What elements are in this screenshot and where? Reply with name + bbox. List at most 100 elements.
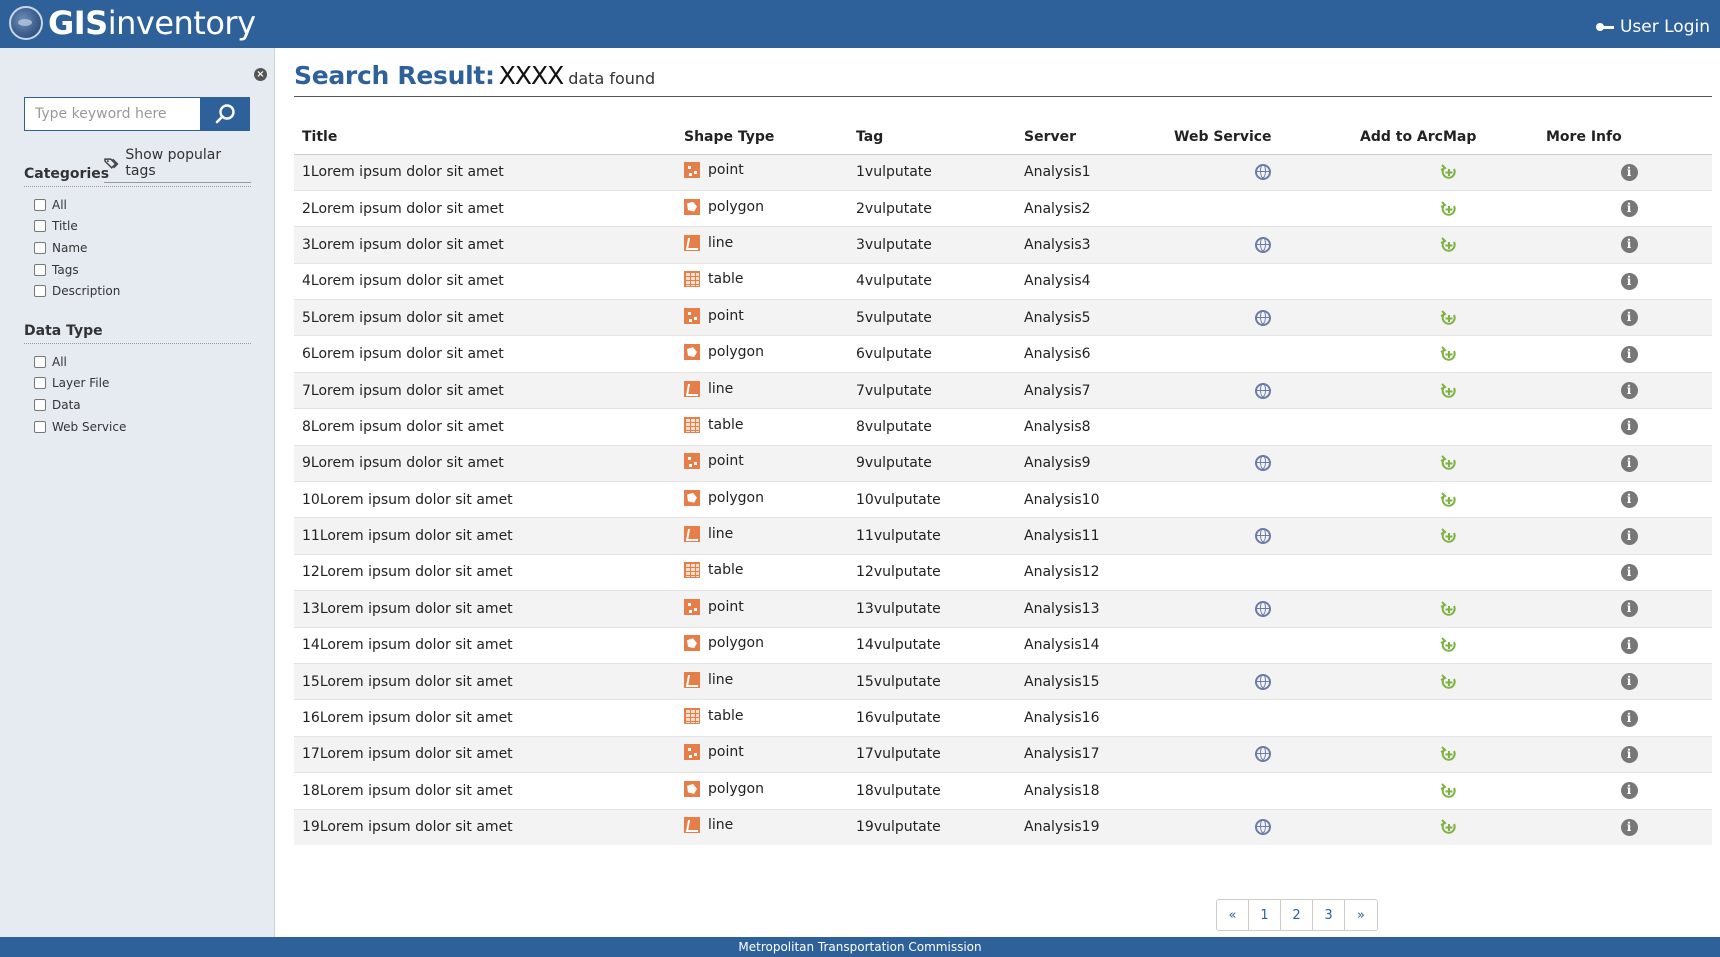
cell-title[interactable]: 12Lorem ipsum dolor sit amet (294, 553, 676, 591)
table-row[interactable]: 14Lorem ipsum dolor sit amet polygon 14vul… (294, 626, 1712, 664)
search-input[interactable] (24, 97, 200, 131)
table-row[interactable]: 2Lorem ipsum dolor sit amet polygon 2vulpu… (294, 189, 1712, 227)
row-tag[interactable]: 10vulputate (856, 492, 941, 508)
row-tag[interactable]: 11vulputate (856, 528, 941, 544)
row-title[interactable]: 8Lorem ipsum dolor sit amet (302, 419, 504, 435)
checkbox[interactable] (34, 285, 46, 298)
cell-title[interactable]: 16Lorem ipsum dolor sit amet (294, 699, 676, 737)
globe-icon[interactable] (1255, 455, 1271, 472)
row-title[interactable]: 2Lorem ipsum dolor sit amet (302, 201, 504, 217)
cell-title[interactable]: 7Lorem ipsum dolor sit amet (294, 371, 676, 409)
checkbox[interactable] (34, 398, 46, 411)
globe-icon[interactable] (1255, 164, 1271, 181)
cell-title[interactable]: 9Lorem ipsum dolor sit amet (294, 444, 676, 482)
add-to-arcmap-button[interactable] (1439, 310, 1459, 326)
add-to-arcmap-button[interactable] (1439, 491, 1459, 508)
cell-title[interactable]: 10Lorem ipsum dolor sit amet (294, 481, 676, 518)
globe-icon[interactable] (1255, 819, 1271, 836)
info-icon[interactable]: i (1620, 782, 1638, 800)
row-title[interactable]: 12Lorem ipsum dolor sit amet (302, 564, 513, 580)
category-option-all[interactable]: All (34, 194, 120, 216)
add-to-arcmap-button[interactable] (1439, 746, 1459, 762)
column-header-tag[interactable]: Tag (848, 120, 1016, 155)
checkbox[interactable] (34, 241, 46, 254)
add-to-arcmap-button[interactable] (1439, 237, 1459, 253)
globe-icon[interactable] (1255, 673, 1271, 690)
table-row[interactable]: 7Lorem ipsum dolor sit amet line 7vulputat… (294, 371, 1712, 409)
row-title[interactable]: 5Lorem ipsum dolor sit amet (302, 310, 504, 326)
cell-title[interactable]: 18Lorem ipsum dolor sit amet (294, 772, 676, 810)
cell-title[interactable]: 5Lorem ipsum dolor sit amet (294, 299, 676, 336)
row-title[interactable]: 18Lorem ipsum dolor sit amet (302, 783, 513, 799)
row-tag[interactable]: 9vulputate (856, 455, 932, 471)
checkbox[interactable] (34, 263, 46, 276)
row-title[interactable]: 14Lorem ipsum dolor sit amet (302, 637, 513, 653)
info-icon[interactable]: i (1620, 418, 1638, 436)
category-option-name[interactable]: Name (34, 237, 120, 259)
row-title[interactable]: 16Lorem ipsum dolor sit amet (302, 710, 513, 726)
row-title[interactable]: 3Lorem ipsum dolor sit amet (302, 237, 504, 253)
column-header-add-to-arcmap[interactable]: Add to ArcMap (1352, 120, 1538, 155)
user-login-link[interactable]: User Login (1595, 17, 1710, 37)
row-title[interactable]: 17Lorem ipsum dolor sit amet (302, 746, 513, 762)
column-header-web-service[interactable]: Web Service (1166, 120, 1352, 155)
row-tag[interactable]: 13vulputate (856, 601, 941, 617)
row-tag[interactable]: 15vulputate (856, 674, 941, 690)
row-tag[interactable]: 19vulputate (856, 819, 941, 835)
info-icon[interactable]: i (1620, 818, 1638, 836)
table-row[interactable]: 5Lorem ipsum dolor sit amet point 5vulputa… (294, 299, 1712, 336)
category-option-description[interactable]: Description (34, 280, 120, 302)
add-to-arcmap-button[interactable] (1439, 819, 1459, 835)
checkbox[interactable] (34, 377, 46, 390)
row-title[interactable]: 9Lorem ipsum dolor sit amet (302, 455, 504, 471)
info-icon[interactable]: i (1620, 345, 1638, 363)
row-tag[interactable]: 6vulputate (856, 346, 932, 362)
table-row[interactable]: 17Lorem ipsum dolor sit amet point 17vulpu… (294, 735, 1712, 773)
row-title[interactable]: 13Lorem ipsum dolor sit amet (302, 601, 513, 617)
cell-title[interactable]: 19Lorem ipsum dolor sit amet (294, 808, 676, 846)
column-header-more-info[interactable]: More Info (1538, 120, 1712, 155)
row-tag[interactable]: 14vulputate (856, 637, 941, 653)
data-type-option-data[interactable]: Data (34, 394, 126, 416)
row-tag[interactable]: 8vulputate (856, 419, 932, 435)
checkbox[interactable] (34, 220, 46, 233)
data-type-option-layer-file[interactable]: Layer File (34, 373, 126, 395)
info-icon[interactable]: i (1620, 382, 1638, 400)
add-to-arcmap-button[interactable] (1439, 783, 1459, 799)
row-tag[interactable]: 5vulputate (856, 310, 932, 326)
add-to-arcmap-button[interactable] (1439, 601, 1459, 617)
column-header-title[interactable]: Title (294, 120, 676, 155)
info-icon[interactable]: i (1620, 527, 1638, 545)
info-icon[interactable]: i (1620, 491, 1638, 509)
add-to-arcmap-button[interactable] (1439, 637, 1459, 653)
table-row[interactable]: 9Lorem ipsum dolor sit amet point 9vulputa… (294, 444, 1712, 482)
row-title[interactable]: 6Lorem ipsum dolor sit amet (302, 346, 504, 362)
row-title[interactable]: 1Lorem ipsum dolor sit amet (302, 164, 504, 180)
row-tag[interactable]: 3vulputate (856, 237, 932, 253)
globe-icon[interactable] (1255, 382, 1271, 399)
page-prev-button[interactable]: « (1217, 900, 1249, 930)
category-option-tags[interactable]: Tags (34, 259, 120, 281)
checkbox[interactable] (34, 420, 46, 433)
table-row[interactable]: 18Lorem ipsum dolor sit amet polygon 18vul… (294, 772, 1712, 810)
page-2-button[interactable]: 2 (1281, 900, 1313, 930)
globe-icon[interactable] (1255, 528, 1271, 545)
checkbox[interactable] (34, 355, 46, 368)
table-row[interactable]: 13Lorem ipsum dolor sit amet point 13vulpu… (294, 590, 1712, 628)
row-tag[interactable]: 18vulputate (856, 783, 941, 799)
table-row[interactable]: 6Lorem ipsum dolor sit amet polygon 6vulpu… (294, 335, 1712, 373)
info-icon[interactable]: i (1620, 200, 1638, 218)
globe-icon[interactable] (1255, 746, 1271, 763)
info-icon[interactable]: i (1620, 236, 1638, 254)
row-title[interactable]: 10Lorem ipsum dolor sit amet (302, 492, 513, 508)
row-title[interactable]: 19Lorem ipsum dolor sit amet (302, 819, 513, 835)
info-icon[interactable]: i (1620, 309, 1638, 327)
table-row[interactable]: 19Lorem ipsum dolor sit amet line 19vulput… (294, 808, 1712, 846)
add-to-arcmap-button[interactable] (1439, 528, 1459, 544)
cell-title[interactable]: 11Lorem ipsum dolor sit amet (294, 517, 676, 555)
table-row[interactable]: 12Lorem ipsum dolor sit amet table 12vulpu… (294, 553, 1712, 591)
cell-title[interactable]: 15Lorem ipsum dolor sit amet (294, 662, 676, 700)
row-tag[interactable]: 2vulputate (856, 201, 932, 217)
page-1-button[interactable]: 1 (1249, 900, 1281, 930)
info-icon[interactable]: i (1620, 673, 1638, 691)
